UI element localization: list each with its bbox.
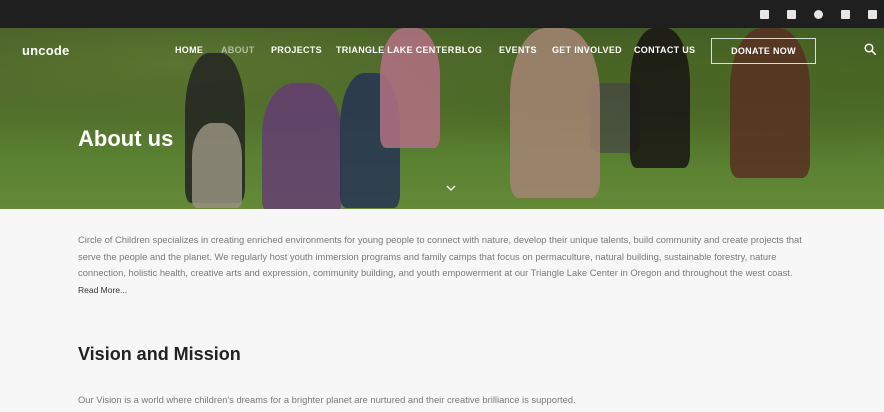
photo-figure (185, 53, 245, 203)
section-heading: Vision and Mission (78, 344, 241, 364)
nav-item-projects[interactable]: PROJECTS (271, 45, 322, 55)
nav-item-events[interactable]: EVENTS (499, 45, 537, 55)
email-icon[interactable] (841, 10, 850, 19)
chevron-down-icon[interactable] (445, 184, 457, 192)
vision-paragraph: Our Vision is a world where children's d… (78, 394, 576, 405)
facebook-icon[interactable] (760, 10, 769, 19)
read-more-link[interactable]: Read More... (78, 285, 127, 295)
donate-button-label: DONATE NOW (731, 46, 796, 56)
nav-item-get-involved[interactable]: GET INVOLVED (552, 45, 622, 55)
search-icon[interactable] (864, 43, 876, 55)
photo-figure (262, 83, 342, 209)
twitter-icon[interactable] (787, 10, 796, 19)
nav-item-home[interactable]: HOME (175, 45, 203, 55)
instagram-icon[interactable] (814, 10, 823, 19)
hero-image: uncode HOME ABOUT PROJECTS TRIANGLE LAKE… (0, 28, 884, 209)
photo-figure (192, 123, 242, 208)
vimeo-icon[interactable] (868, 10, 877, 19)
donate-button[interactable]: DONATE NOW (711, 38, 816, 64)
photo-figure (340, 73, 400, 208)
intro-paragraph: Circle of Children specializes in creati… (78, 234, 802, 278)
social-bar (0, 0, 884, 28)
page-title: About us (78, 126, 174, 151)
nav-item-about[interactable]: ABOUT (221, 45, 255, 55)
site-logo[interactable]: uncode (22, 43, 69, 58)
nav-item-triangle-lake-center[interactable]: TRIANGLE LAKE CENTER (336, 45, 455, 55)
photo-figure (590, 83, 640, 153)
nav-item-blog[interactable]: BLOG (455, 45, 482, 55)
nav-item-contact-us[interactable]: CONTACT US (634, 45, 695, 55)
